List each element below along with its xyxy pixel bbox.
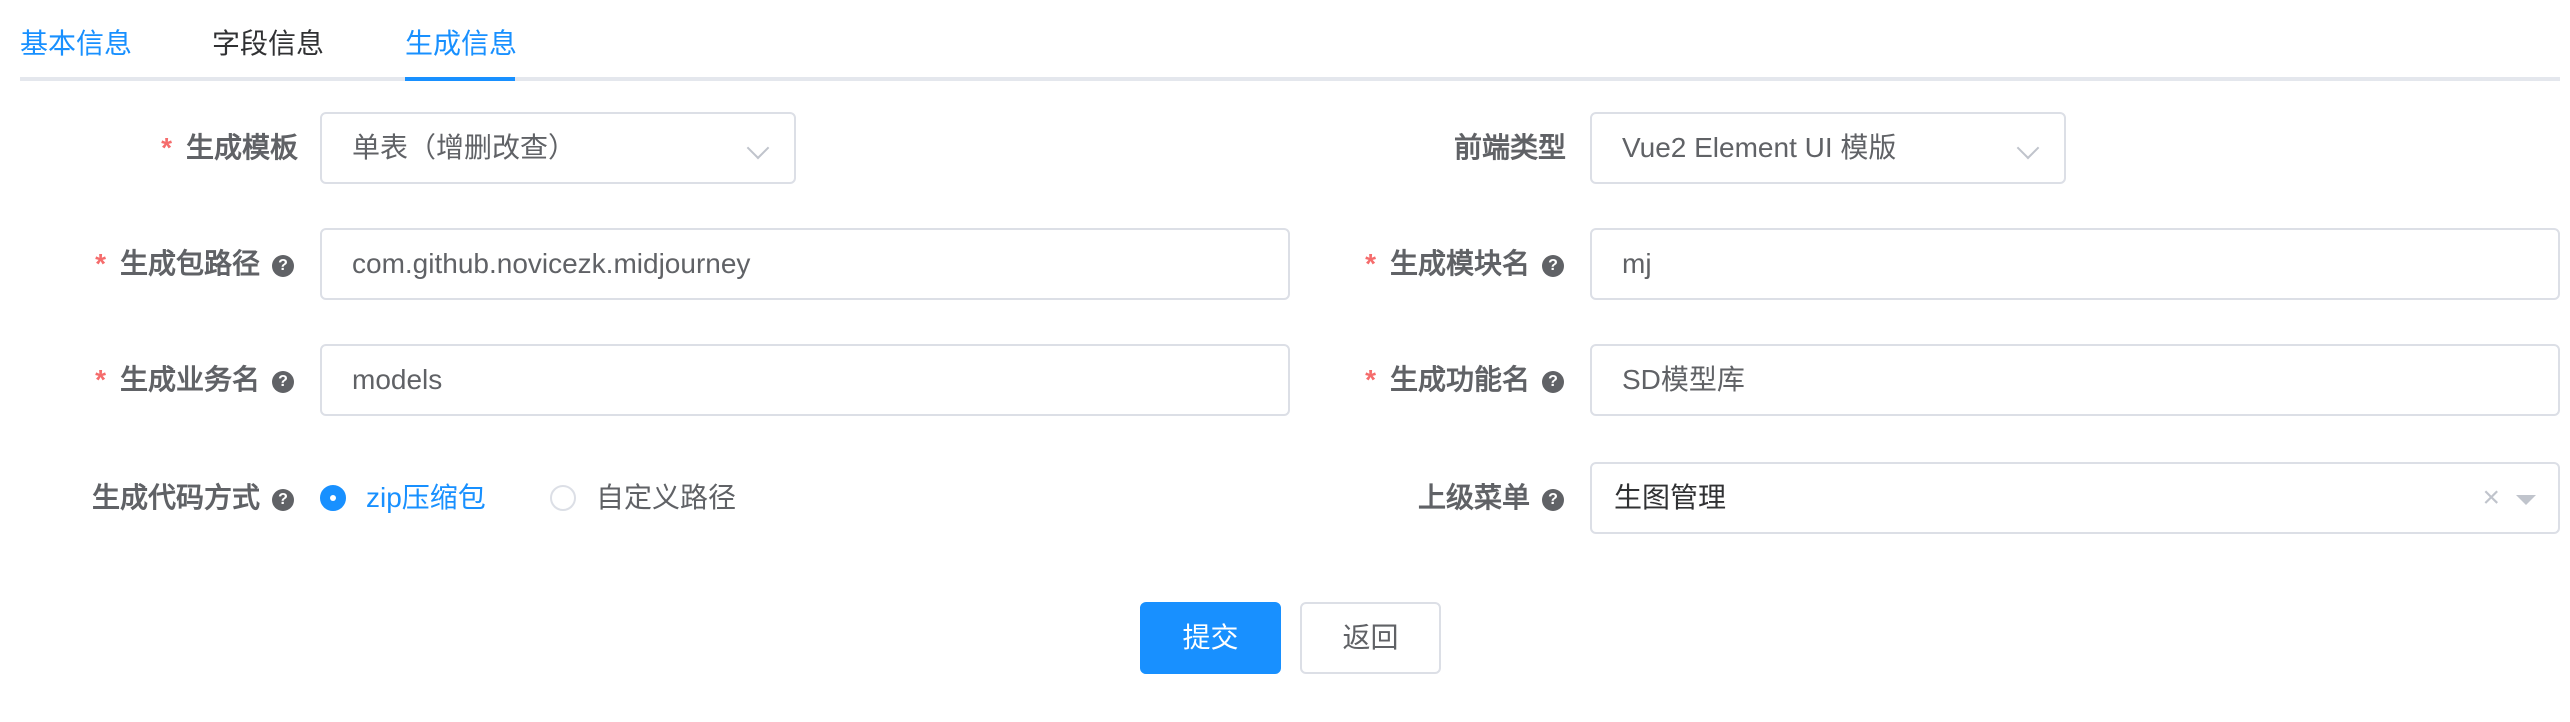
question-icon[interactable]: ? — [1542, 371, 1564, 393]
parent-menu-label: 上级菜单? — [1418, 478, 1564, 518]
module-name-input[interactable]: mj — [1590, 228, 2560, 300]
question-icon[interactable]: ? — [272, 489, 294, 511]
back-button[interactable]: 返回 — [1300, 602, 1441, 674]
radio-checked-icon — [320, 485, 346, 511]
question-icon[interactable]: ? — [272, 255, 294, 277]
question-icon[interactable]: ? — [272, 371, 294, 393]
frontend-type-label: 前端类型 — [1453, 132, 1566, 163]
package-path-input[interactable]: com.github.novicezk.midjourney — [320, 228, 1290, 300]
clear-icon[interactable]: × — [2482, 464, 2500, 532]
active-tab-indicator — [405, 77, 515, 81]
tab-bar: 基本信息 字段信息 生成信息 — [20, 0, 2560, 82]
question-icon[interactable]: ? — [1542, 489, 1564, 511]
chevron-down-icon — [746, 136, 770, 160]
gen-type-label: 生成代码方式? — [92, 478, 294, 518]
template-label: * 生成模板 — [161, 132, 298, 163]
package-path-label: * 生成包路径? — [95, 244, 294, 284]
caret-down-icon[interactable] — [2516, 495, 2536, 505]
chevron-down-icon — [2016, 136, 2040, 160]
required-mark: * — [95, 248, 106, 279]
required-mark: * — [161, 132, 172, 163]
business-name-input[interactable]: models — [320, 344, 1290, 416]
tab-basic-info[interactable]: 基本信息 — [20, 26, 132, 62]
parent-menu-select[interactable]: 生图管理 × — [1590, 462, 2560, 534]
question-icon[interactable]: ? — [1542, 255, 1564, 277]
submit-button[interactable]: 提交 — [1140, 602, 1281, 674]
function-name-label: * 生成功能名? — [1365, 360, 1564, 400]
module-name-label: * 生成模块名? — [1365, 244, 1564, 284]
tab-field-info[interactable]: 字段信息 — [212, 26, 324, 62]
frontend-type-select[interactable]: Vue2 Element UI 模版 — [1590, 112, 2066, 184]
tab-generate-info[interactable]: 生成信息 — [405, 26, 517, 62]
required-mark: * — [95, 364, 106, 395]
radio-unchecked-icon — [550, 485, 576, 511]
function-name-input[interactable]: SD模型库 — [1590, 344, 2560, 416]
tab-bar-divider — [20, 77, 2560, 81]
template-select[interactable]: 单表（增删改查） — [320, 112, 796, 184]
business-name-label: * 生成业务名? — [95, 360, 294, 400]
required-mark: * — [1365, 248, 1376, 279]
required-mark: * — [1365, 364, 1376, 395]
